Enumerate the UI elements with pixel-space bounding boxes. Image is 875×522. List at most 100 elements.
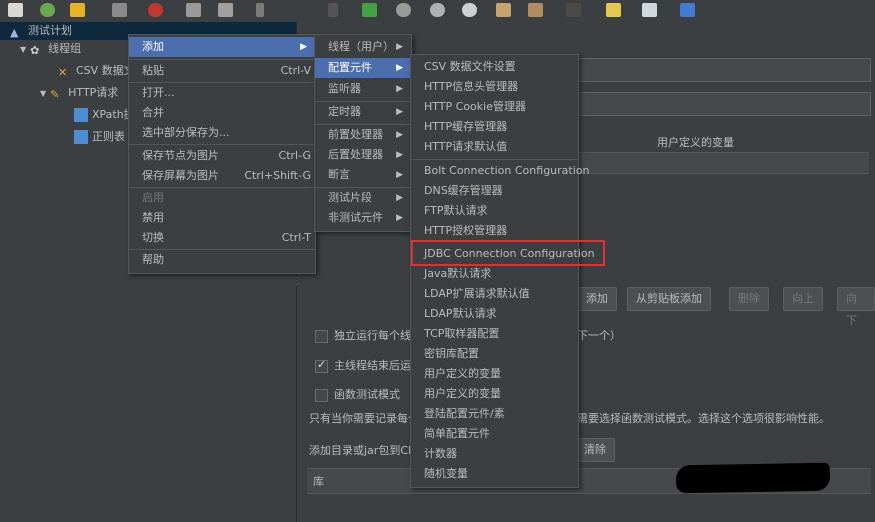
checkbox[interactable] — [315, 358, 328, 373]
menu-item-merge[interactable]: 合并 — [129, 103, 315, 123]
open-icon[interactable] — [70, 3, 85, 17]
tree-item-xpath[interactable]: XPath提 — [74, 106, 135, 124]
menu-item-random-variable[interactable]: 随机变量 — [411, 464, 578, 484]
info-icon[interactable] — [680, 3, 695, 17]
function-icon[interactable] — [606, 3, 621, 17]
expand-icon[interactable] — [256, 3, 264, 17]
tree-item-csv[interactable]: ✕ CSV 数据文 — [58, 62, 135, 80]
chevron-right-icon: ▶ — [396, 150, 403, 160]
menu-item-save-node-image[interactable]: 保存节点为图片 Ctrl-G — [129, 146, 315, 166]
menu-item-threads[interactable]: 线程（用户） ▶ — [315, 37, 411, 57]
highlight-annotation-box — [411, 240, 605, 266]
classpath-label: 添加目录或jar包到Cla — [309, 444, 418, 457]
menu-item-preprocessor[interactable]: 前置处理器 ▶ — [315, 125, 411, 145]
checkbox[interactable] — [315, 388, 328, 402]
new-icon[interactable] — [8, 3, 23, 17]
menu-item-enable[interactable]: 启用 — [129, 188, 315, 208]
save-icon[interactable] — [112, 3, 127, 17]
menu-item-keystore[interactable]: 密钥库配置 — [411, 344, 578, 364]
help-icon[interactable] — [642, 3, 657, 17]
menu-item-header-manager[interactable]: HTTP信息头管理器 — [411, 77, 578, 97]
functional-mode-checkbox-row[interactable]: 函数测试模式 — [315, 386, 400, 402]
menu-item-save-screen-image[interactable]: 保存屏幕为图片 Ctrl+Shift-G — [129, 166, 315, 186]
menu-item-auth-manager[interactable]: HTTP授权管理器 — [411, 221, 578, 241]
functional-note-tail: 需要选择函数测试模式。选择这个选项很影响性能。 — [577, 412, 830, 425]
templates-icon[interactable] — [40, 3, 55, 17]
down-button[interactable]: 向下 — [837, 287, 875, 327]
menu-item-open[interactable]: 打开... — [129, 83, 315, 103]
menu-item-save-selection[interactable]: 选中部分保存为... — [129, 123, 315, 143]
extractor-icon — [74, 130, 88, 144]
add-submenu: 线程（用户） ▶ 配置元件 ▶ 监听器 ▶ 定时器 ▶ 前置处理器 ▶ 后置处理器 ▶ 断言… — [314, 34, 412, 232]
run-no-pause-icon[interactable] — [362, 3, 377, 17]
menu-item-help[interactable]: 帮助 — [129, 250, 315, 270]
menu-item-user-vars-1[interactable]: 用户定义的变量 — [411, 364, 578, 384]
cut-icon[interactable] — [148, 3, 163, 17]
clear-icon[interactable] — [462, 3, 477, 17]
menu-item-assertion[interactable]: 断言 ▶ — [315, 165, 411, 185]
library-column-header: 库 — [313, 475, 324, 488]
menu-item-csv-data-set[interactable]: CSV 数据文件设置 — [411, 57, 578, 77]
menu-item-disable[interactable]: 禁用 — [129, 208, 315, 228]
chevron-right-icon: ▶ — [300, 42, 307, 52]
menu-item-non-test-elements[interactable]: 非测试元件 ▶ — [315, 208, 411, 228]
config-element-submenu: CSV 数据文件设置 HTTP信息头管理器 HTTP Cookie管理器 HTT… — [410, 54, 595, 488]
clear-button[interactable]: 清除 — [575, 438, 615, 462]
copy-icon[interactable] — [186, 3, 201, 17]
stop-icon[interactable] — [396, 3, 411, 17]
menu-item-login-config[interactable]: 登陆配置元件/素 — [411, 404, 578, 424]
clear-all-icon[interactable] — [496, 3, 511, 17]
delete-button[interactable]: 删除 — [729, 287, 769, 311]
menu-item-user-vars-2[interactable]: 用户定义的变量 — [411, 384, 578, 404]
menu-item-tcp-config[interactable]: TCP取样器配置 — [411, 324, 578, 344]
menu-item-add[interactable]: 添加 ▶ — [129, 37, 315, 57]
chevron-right-icon: ▶ — [396, 42, 403, 52]
independent-tail-text: 下一个） — [577, 329, 621, 342]
menu-item-counter[interactable]: 计数器 — [411, 444, 578, 464]
name-field[interactable] — [577, 58, 871, 82]
chevron-right-icon: ▶ — [396, 213, 403, 223]
paste-icon[interactable] — [218, 3, 233, 17]
chevron-down-icon[interactable]: ▼ — [40, 89, 46, 98]
menu-item-timer[interactable]: 定时器 ▶ — [315, 102, 411, 122]
add-from-clipboard-button[interactable]: 从剪贴板添加 — [627, 287, 711, 311]
menu-item-postprocessor[interactable]: 后置处理器 ▶ — [315, 145, 411, 165]
menu-item-toggle[interactable]: 切换 Ctrl-T — [129, 228, 315, 248]
menu-item-cookie-manager[interactable]: HTTP Cookie管理器 — [411, 97, 578, 117]
menu-item-config-element[interactable]: 配置元件 ▶ — [315, 58, 411, 78]
toolbar — [0, 0, 875, 23]
menu-item-ftp-defaults[interactable]: FTP默认请求 — [411, 201, 578, 221]
chevron-down-icon[interactable]: ▼ — [20, 45, 26, 54]
library-table[interactable] — [307, 494, 871, 518]
tree-label: HTTP请求 — [68, 86, 119, 99]
menu-item-listener[interactable]: 监听器 ▶ — [315, 79, 411, 99]
tree-item-thread-group[interactable]: ▼ ✿ 线程组 — [20, 40, 81, 58]
chevron-right-icon: ▶ — [396, 170, 403, 180]
menu-item-ldap-defaults[interactable]: LDAP默认请求 — [411, 304, 578, 324]
teardown-checkbox-row[interactable]: 主线程结束后运行 — [315, 357, 422, 373]
user-vars-table-header — [577, 152, 869, 174]
up-button[interactable]: 向上 — [783, 287, 823, 311]
chevron-right-icon: ▶ — [396, 63, 403, 73]
run-icon[interactable] — [328, 3, 338, 17]
user-vars-table[interactable] — [577, 174, 869, 284]
menu-item-cache-manager[interactable]: HTTP缓存管理器 — [411, 117, 578, 137]
comment-field[interactable] — [577, 92, 871, 116]
menu-item-paste[interactable]: 粘贴 Ctrl-V — [129, 61, 315, 81]
menu-item-simple-config[interactable]: 简单配置元件 — [411, 424, 578, 444]
tree-item-http[interactable]: ▼ ✎ HTTP请求 — [40, 84, 118, 102]
search-icon[interactable] — [528, 3, 543, 17]
menu-item-ldap-ext-defaults[interactable]: LDAP扩展请求默认值 — [411, 284, 578, 304]
shutdown-icon[interactable] — [430, 3, 445, 17]
menu-item-dns-cache[interactable]: DNS缓存管理器 — [411, 181, 578, 201]
menu-item-bolt-connection[interactable]: Bolt Connection Configuration — [411, 161, 589, 181]
run-independent-checkbox-row[interactable]: 独立运行每个线程 — [315, 327, 422, 343]
redaction-mark — [675, 462, 831, 494]
checkbox[interactable] — [315, 329, 328, 343]
tree-item-regex[interactable]: 正则表 — [74, 128, 125, 146]
menu-item-http-defaults[interactable]: HTTP请求默认值 — [411, 137, 578, 157]
menu-item-test-fragment[interactable]: 测试片段 ▶ — [315, 188, 411, 208]
reset-icon[interactable] — [566, 3, 581, 17]
menu-item-java-defaults[interactable]: Java默认请求 — [411, 264, 578, 284]
add-button[interactable]: 添加 — [577, 287, 617, 311]
